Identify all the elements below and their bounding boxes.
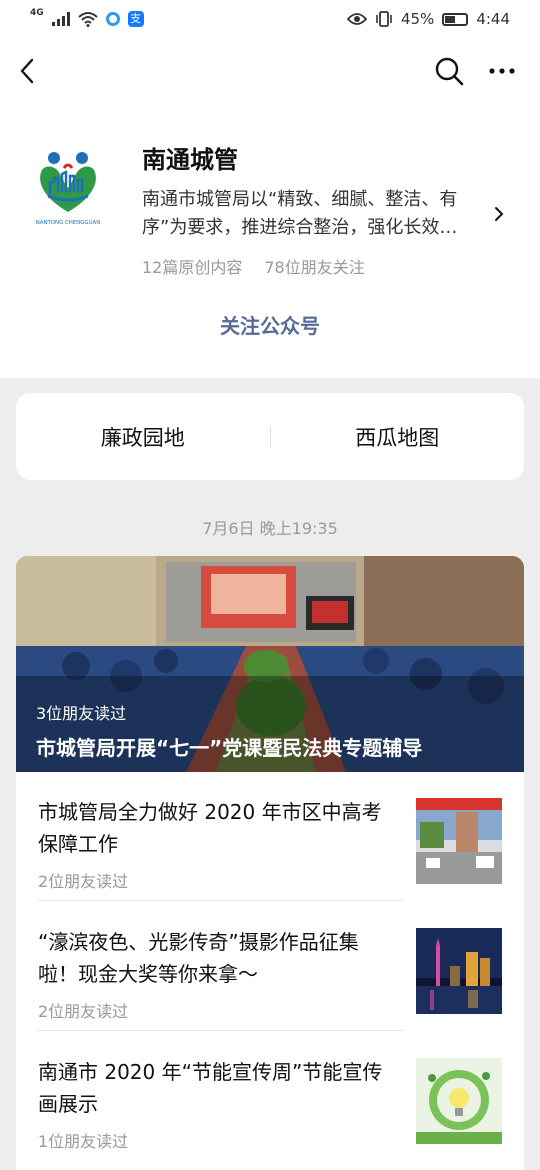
- vibrate-icon: [376, 11, 392, 27]
- publish-date: 7月6日 晚上19:35: [202, 519, 338, 538]
- article-title: 南通市 2020 年“节能宣传周”节能宣传画展示: [38, 1060, 383, 1116]
- article-title: 市城管局全力做好 2020 年市区中高考保障工作: [38, 800, 382, 856]
- article-thumbnail: [416, 798, 502, 884]
- app-notification-icon: [105, 12, 120, 26]
- alipay-icon: 支: [127, 11, 144, 27]
- eye-icon: [346, 13, 367, 25]
- battery-icon: [442, 12, 469, 26]
- logo-caption: NANTONG CHENGGUAN: [36, 220, 101, 226]
- account-menu: 廉政园地 西瓜地图: [16, 393, 524, 480]
- menu-item-watermelon-map[interactable]: 西瓜地图: [271, 422, 525, 452]
- signal-icon: [51, 12, 70, 26]
- status-left: 4G 支: [30, 8, 144, 27]
- search-icon[interactable]: [432, 54, 466, 88]
- chevron-left-icon[interactable]: [14, 54, 44, 88]
- battery-percent: 45%: [400, 10, 435, 28]
- article-title: “濠滨夜色、光影传奇”摄影作品征集啦！现金大奖等你来拿～: [38, 930, 359, 986]
- cover-title: 市城管局开展“七一”党课暨民法典专题辅导: [36, 736, 423, 760]
- list-item[interactable]: 市城管局全力做好 2020 年市区中高考保障工作 2位朋友读过: [16, 776, 524, 906]
- account-logo[interactable]: NANTONG CHENGGUAN: [34, 148, 102, 228]
- status-right: 45% 4:44: [346, 10, 510, 28]
- cover-reads: 3位朋友读过: [36, 704, 127, 723]
- article-group: 3位朋友读过 市城管局开展“七一”党课暨民法典专题辅导 市城管局全力做好 202…: [16, 556, 524, 1170]
- nav-bar: [0, 38, 540, 104]
- wifi-icon: [77, 12, 98, 27]
- item-divider: [38, 900, 404, 901]
- original-count: 12篇原创内容: [142, 258, 243, 277]
- list-item[interactable]: 南通市 2020 年“节能宣传周”节能宣传画展示 1位朋友读过: [16, 1036, 524, 1166]
- item-divider: [38, 1030, 404, 1031]
- account-name: 南通城管: [142, 146, 238, 174]
- network-type: 4G: [30, 8, 44, 18]
- list-item[interactable]: “濠滨夜色、光影传奇”摄影作品征集啦！现金大奖等你来拿～ 2位朋友读过: [16, 906, 524, 1036]
- account-profile: NANTONG CHENGGUAN 南通城管 南通市城管局以“精致、细腻、整洁、…: [0, 104, 540, 378]
- more-icon[interactable]: [484, 54, 520, 88]
- article-thumbnail: [416, 928, 502, 1014]
- chevron-right-icon[interactable]: [492, 204, 506, 224]
- follow-account-button[interactable]: 关注公众号: [0, 310, 540, 339]
- status-bar: 4G 支 45% 4:44: [0, 0, 540, 38]
- account-stats: 12篇原创内容 78位朋友关注: [142, 254, 365, 278]
- menu-item-integrity[interactable]: 廉政园地: [16, 422, 270, 452]
- account-description[interactable]: 南通市城管局以“精致、细腻、整洁、有序”为要求，推进综合整治，强化长效…: [142, 186, 488, 242]
- article-thumbnail: [416, 1058, 502, 1144]
- cover-article[interactable]: 3位朋友读过 市城管局开展“七一”党课暨民法典专题辅导: [16, 556, 524, 772]
- friends-follow-count: 78位朋友关注: [264, 258, 365, 277]
- clock: 4:44: [476, 10, 510, 28]
- article-reads: 2位朋友读过: [38, 872, 129, 891]
- article-reads: 2位朋友读过: [38, 1002, 129, 1021]
- article-reads: 1位朋友读过: [38, 1132, 129, 1151]
